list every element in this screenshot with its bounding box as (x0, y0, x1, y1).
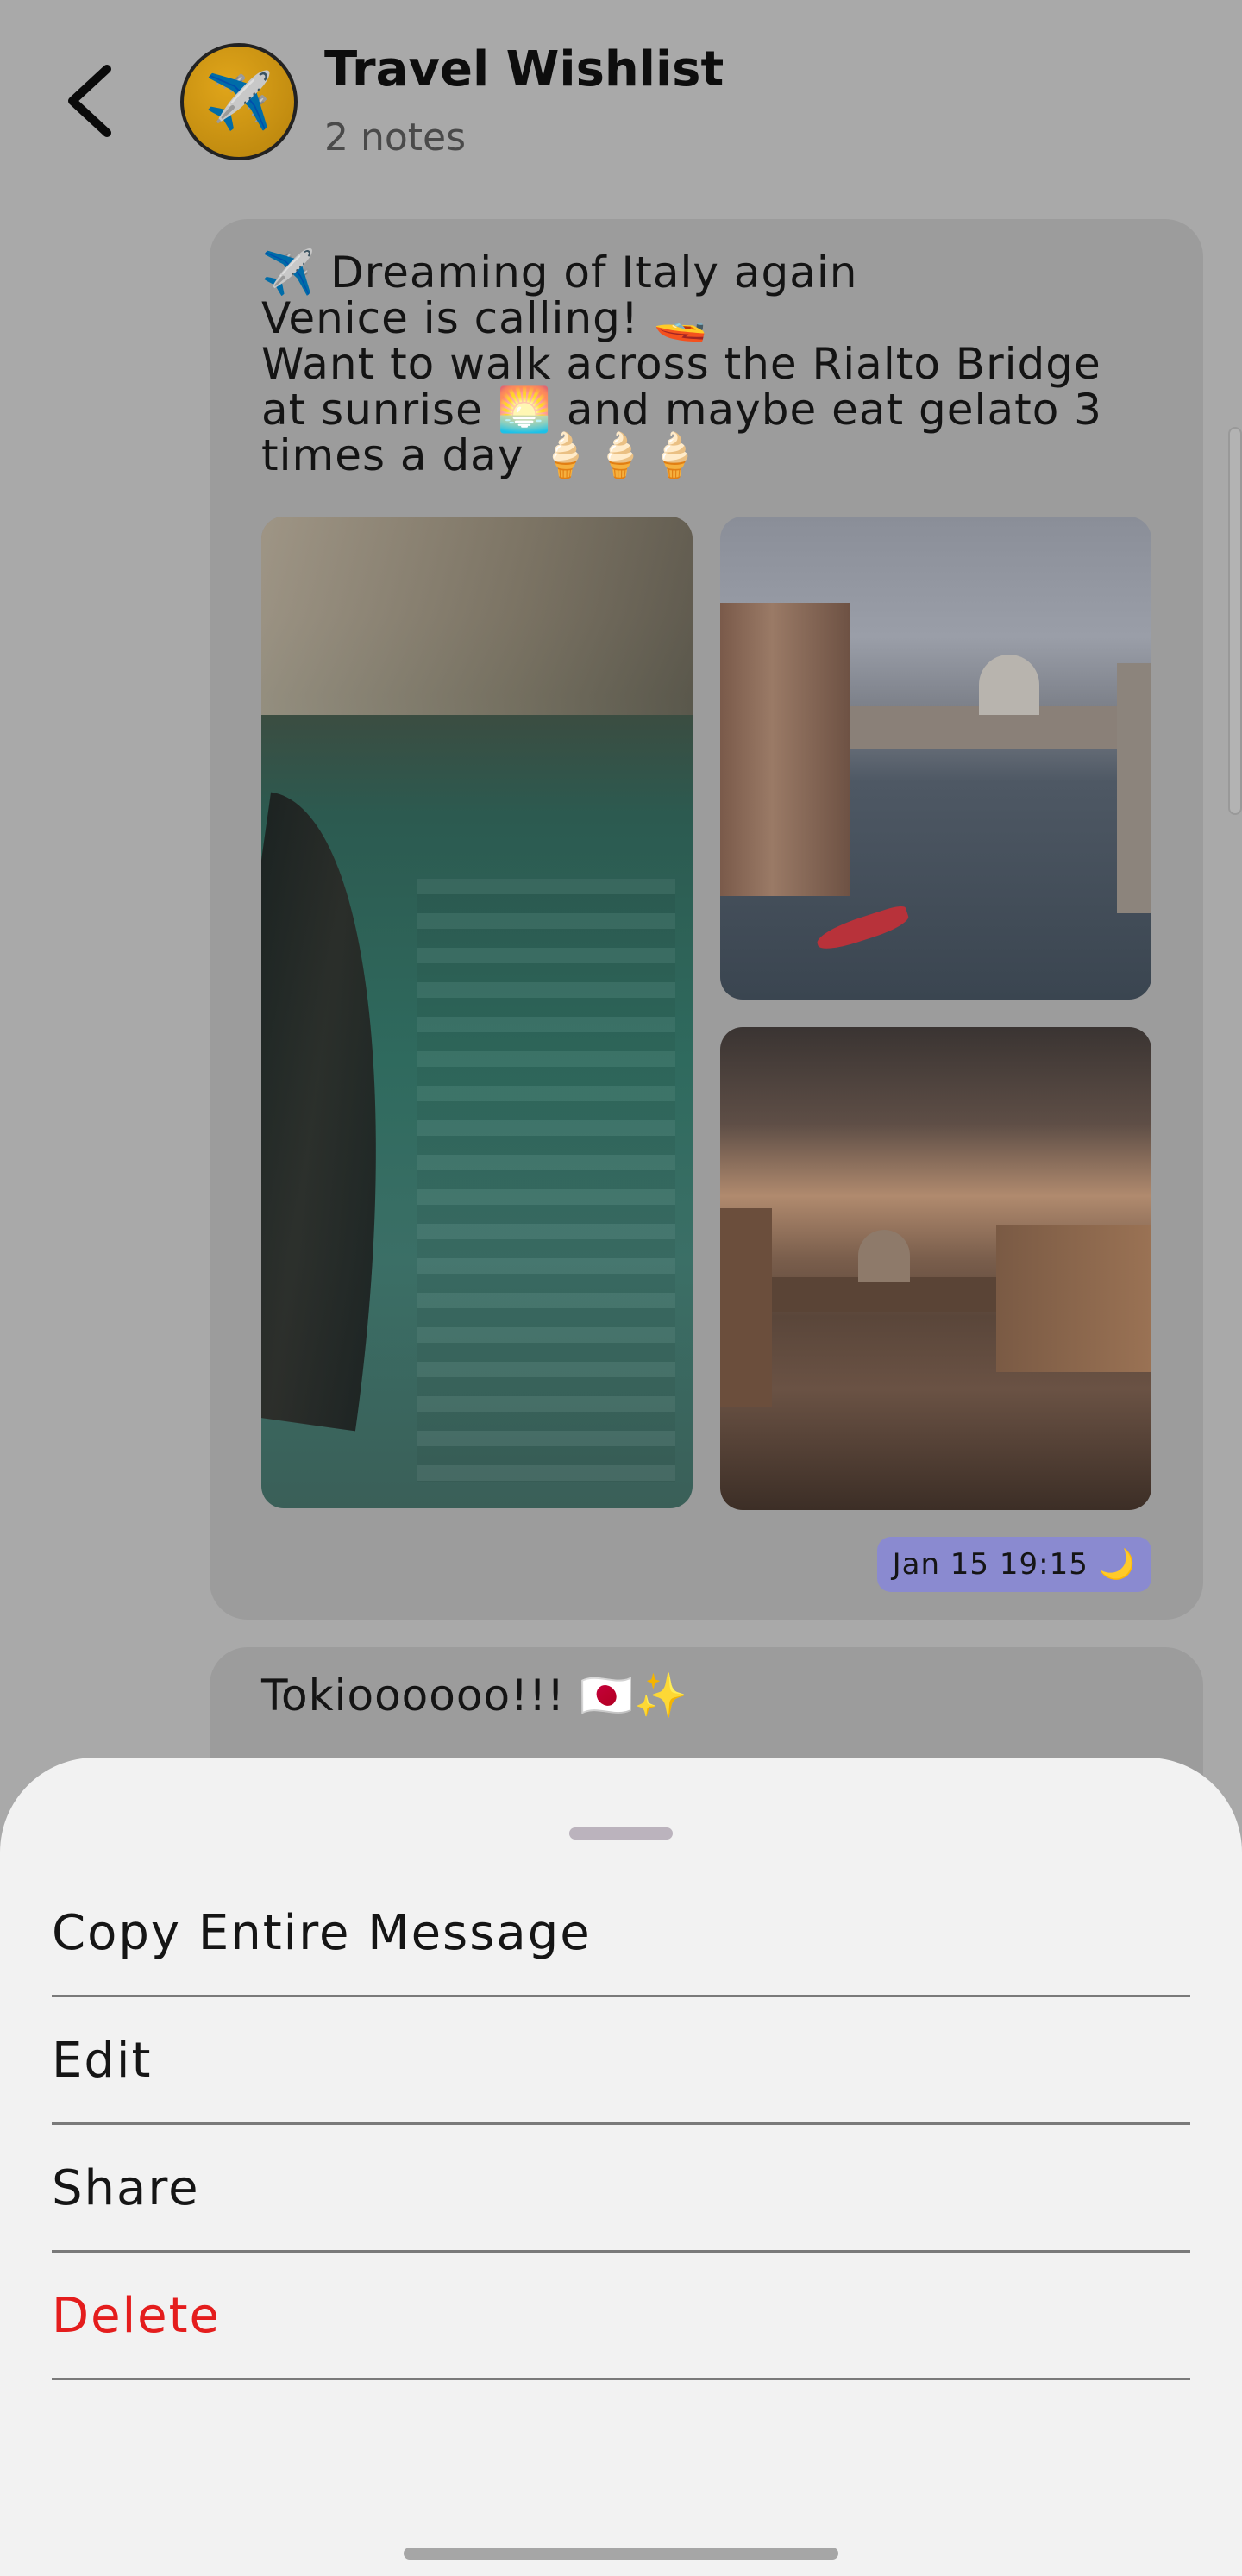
note-text: Tokioooooo!!! 🇯🇵✨ (261, 1670, 689, 1720)
note-text: ✈️ Dreaming of Italy again Venice is cal… (261, 248, 1102, 480)
copy-message-button[interactable]: Copy Entire Message (52, 1870, 1190, 1997)
action-sheet: Copy Entire Message Edit Share Delete (0, 1758, 1242, 2576)
photo-detail (813, 903, 912, 955)
delete-button[interactable]: Delete (52, 2253, 1190, 2380)
photo-detail (979, 655, 1039, 715)
chat-header: ✈️ Travel Wishlist 2 notes (0, 0, 1242, 207)
share-button[interactable]: Share (52, 2125, 1190, 2253)
photo-grand-canal[interactable] (720, 517, 1151, 1000)
photo-detail (858, 1230, 910, 1282)
photo-detail (996, 1225, 1151, 1372)
action-menu: Copy Entire Message Edit Share Delete (52, 1870, 1190, 2380)
photo-canal-sunset[interactable] (720, 1027, 1151, 1510)
photo-detail (1117, 663, 1151, 913)
note-card[interactable]: ✈️ Dreaming of Italy again Venice is cal… (210, 219, 1203, 1620)
note-count: 2 notes (324, 116, 467, 160)
photo-gondola[interactable] (261, 517, 693, 1508)
timestamp-badge: Jan 15 19:15 🌙 (876, 1537, 1151, 1592)
edit-button[interactable]: Edit (52, 1997, 1190, 2125)
scrollbar[interactable] (1228, 427, 1242, 815)
photo-detail (417, 879, 675, 1482)
photo-detail (261, 792, 442, 1432)
drag-handle[interactable] (569, 1827, 673, 1840)
home-indicator[interactable] (404, 2548, 838, 2560)
back-button[interactable] (53, 53, 126, 148)
photo-detail (261, 517, 693, 715)
photo-detail (720, 603, 850, 896)
avatar[interactable]: ✈️ (180, 43, 298, 160)
airplane-icon: ✈️ (204, 70, 273, 134)
chevron-left-icon (68, 65, 111, 137)
page-title: Travel Wishlist (324, 41, 724, 97)
photo-detail (772, 1277, 996, 1312)
photo-detail (720, 1208, 772, 1407)
